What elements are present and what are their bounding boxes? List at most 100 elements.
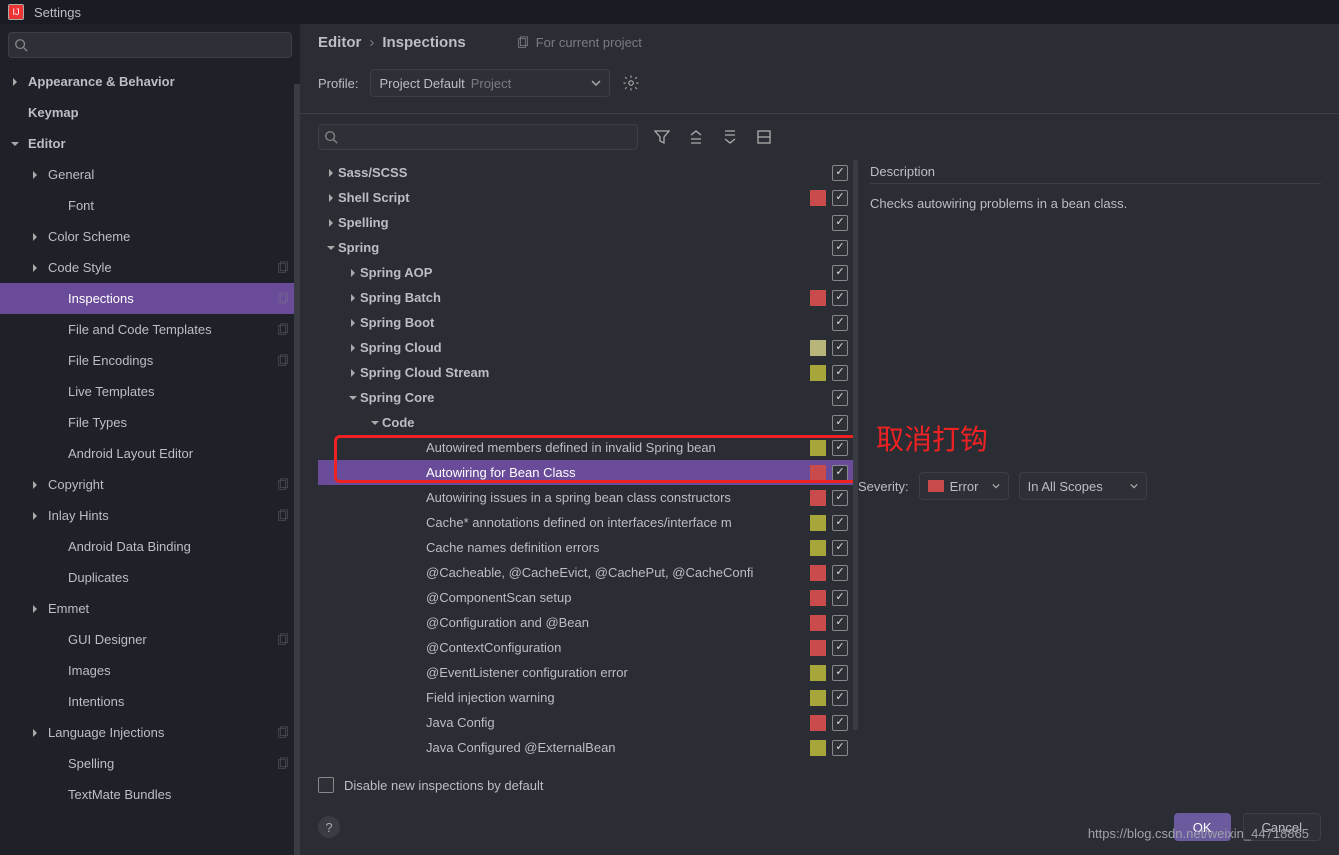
inspection-row[interactable]: Spring AOP — [318, 260, 858, 285]
settings-search-input[interactable] — [8, 32, 292, 58]
inspection-checkbox[interactable] — [832, 390, 848, 406]
sidebar-item[interactable]: Inspections — [0, 283, 300, 314]
sidebar-item[interactable]: File and Code Templates — [0, 314, 300, 345]
inspection-checkbox[interactable] — [832, 615, 848, 631]
inspection-row[interactable]: @Configuration and @Bean — [318, 610, 858, 635]
inspection-row[interactable]: Code — [318, 410, 858, 435]
tree-arrow-icon — [348, 343, 360, 353]
inspection-row[interactable]: @ContextConfiguration — [318, 635, 858, 660]
breadcrumb-editor[interactable]: Editor — [318, 34, 361, 51]
inspection-row[interactable]: Spring Core — [318, 385, 858, 410]
inspection-row[interactable]: Cache names definition errors — [318, 535, 858, 560]
inspection-row[interactable]: Field injection warning — [318, 685, 858, 710]
inspection-row[interactable]: Autowired members defined in invalid Spr… — [318, 435, 858, 460]
inspection-checkbox[interactable] — [832, 290, 848, 306]
tree-arrow-icon — [348, 368, 360, 378]
inspection-label: Java Config — [426, 715, 810, 730]
sidebar-item[interactable]: Images — [0, 655, 300, 686]
copy-icon — [516, 36, 530, 50]
search-icon — [14, 38, 28, 52]
inspection-checkbox[interactable] — [832, 540, 848, 556]
sidebar-item[interactable]: Copyright — [0, 469, 300, 500]
sidebar-item[interactable]: Font — [0, 190, 300, 221]
sidebar-item[interactable]: File Encodings — [0, 345, 300, 376]
sidebar-item[interactable]: Appearance & Behavior — [0, 66, 300, 97]
inspection-checkbox[interactable] — [832, 740, 848, 756]
inspection-row[interactable]: @EventListener configuration error — [318, 660, 858, 685]
sidebar-item[interactable]: Duplicates — [0, 562, 300, 593]
sidebar-item[interactable]: Android Data Binding — [0, 531, 300, 562]
inspection-checkbox[interactable] — [832, 490, 848, 506]
inspection-checkbox[interactable] — [832, 665, 848, 681]
inspection-checkbox[interactable] — [832, 215, 848, 231]
reset-icon[interactable] — [756, 129, 772, 145]
severity-select[interactable]: Error — [919, 472, 1009, 500]
sidebar-item[interactable]: Color Scheme — [0, 221, 300, 252]
tree-arrow-icon — [10, 139, 22, 149]
inspection-row[interactable]: Java Config — [318, 710, 858, 735]
inspection-row[interactable]: Spring Cloud — [318, 335, 858, 360]
sidebar-item[interactable]: Android Layout Editor — [0, 438, 300, 469]
collapse-all-icon[interactable] — [722, 129, 738, 145]
sidebar-item[interactable]: Code Style — [0, 252, 300, 283]
filter-icon[interactable] — [654, 129, 670, 145]
sidebar-item[interactable]: TextMate Bundles — [0, 779, 300, 810]
ok-button[interactable]: OK — [1174, 813, 1231, 841]
copy-icon — [276, 726, 290, 740]
inspection-checkbox[interactable] — [832, 515, 848, 531]
inspection-search-input[interactable] — [318, 124, 638, 150]
inspection-checkbox[interactable] — [832, 265, 848, 281]
inspection-row[interactable]: Shell Script — [318, 185, 858, 210]
inspection-row[interactable]: Spring Boot — [318, 310, 858, 335]
inspection-label: Spring Core — [360, 390, 810, 405]
inspection-checkbox[interactable] — [832, 715, 848, 731]
disable-new-checkbox[interactable] — [318, 777, 334, 793]
scopes-select[interactable]: In All Scopes — [1019, 472, 1147, 500]
inspection-checkbox[interactable] — [832, 465, 848, 481]
sidebar-item[interactable]: Editor — [0, 128, 300, 159]
inspection-checkbox[interactable] — [832, 565, 848, 581]
inspection-row[interactable]: Autowiring for Bean Class — [318, 460, 858, 485]
inspection-row[interactable]: Spring Cloud Stream — [318, 360, 858, 385]
inspection-row[interactable]: Spring Batch — [318, 285, 858, 310]
inspection-checkbox[interactable] — [832, 415, 848, 431]
sidebar-item[interactable]: Language Injections — [0, 717, 300, 748]
sidebar-item[interactable]: General — [0, 159, 300, 190]
inspection-row[interactable]: @ComponentScan setup — [318, 585, 858, 610]
sidebar-item[interactable]: Emmet — [0, 593, 300, 624]
gear-icon[interactable] — [622, 74, 640, 92]
sidebar-item[interactable]: File Types — [0, 407, 300, 438]
inspection-row[interactable]: Java Configured @ExternalBean — [318, 735, 858, 760]
severity-color-icon — [810, 665, 826, 681]
inspection-checkbox[interactable] — [832, 240, 848, 256]
inspection-tree[interactable]: Sass/SCSSShell ScriptSpellingSpringSprin… — [318, 160, 858, 771]
inspection-checkbox[interactable] — [832, 315, 848, 331]
help-icon[interactable]: ? — [318, 816, 340, 838]
inspection-row[interactable]: Autowiring issues in a spring bean class… — [318, 485, 858, 510]
inspection-row[interactable]: @Cacheable, @CacheEvict, @CachePut, @Cac… — [318, 560, 858, 585]
sidebar-item[interactable]: Inlay Hints — [0, 500, 300, 531]
inspection-checkbox[interactable] — [832, 340, 848, 356]
inspection-checkbox[interactable] — [832, 365, 848, 381]
inspection-checkbox[interactable] — [832, 640, 848, 656]
inspection-row[interactable]: Cache* annotations defined on interfaces… — [318, 510, 858, 535]
inspection-row[interactable]: Spring — [318, 235, 858, 260]
sidebar-item[interactable]: GUI Designer — [0, 624, 300, 655]
expand-all-icon[interactable] — [688, 129, 704, 145]
copy-icon — [276, 323, 290, 337]
inspection-row[interactable]: Sass/SCSS — [318, 160, 858, 185]
inspection-checkbox[interactable] — [832, 590, 848, 606]
inspection-checkbox[interactable] — [832, 190, 848, 206]
profile-select[interactable]: Project Default Project — [370, 69, 610, 97]
sidebar-item[interactable]: Intentions — [0, 686, 300, 717]
sidebar-item[interactable]: Spelling — [0, 748, 300, 779]
sidebar-item[interactable]: Keymap — [0, 97, 300, 128]
inspection-checkbox[interactable] — [832, 165, 848, 181]
inspection-row[interactable]: Spelling — [318, 210, 858, 235]
inspection-checkbox[interactable] — [832, 440, 848, 456]
header-subtitle: For current project — [536, 35, 642, 50]
cancel-button[interactable]: Cancel — [1243, 813, 1321, 841]
inspection-checkbox[interactable] — [832, 690, 848, 706]
sidebar-item[interactable]: Live Templates — [0, 376, 300, 407]
severity-color-icon — [810, 715, 826, 731]
